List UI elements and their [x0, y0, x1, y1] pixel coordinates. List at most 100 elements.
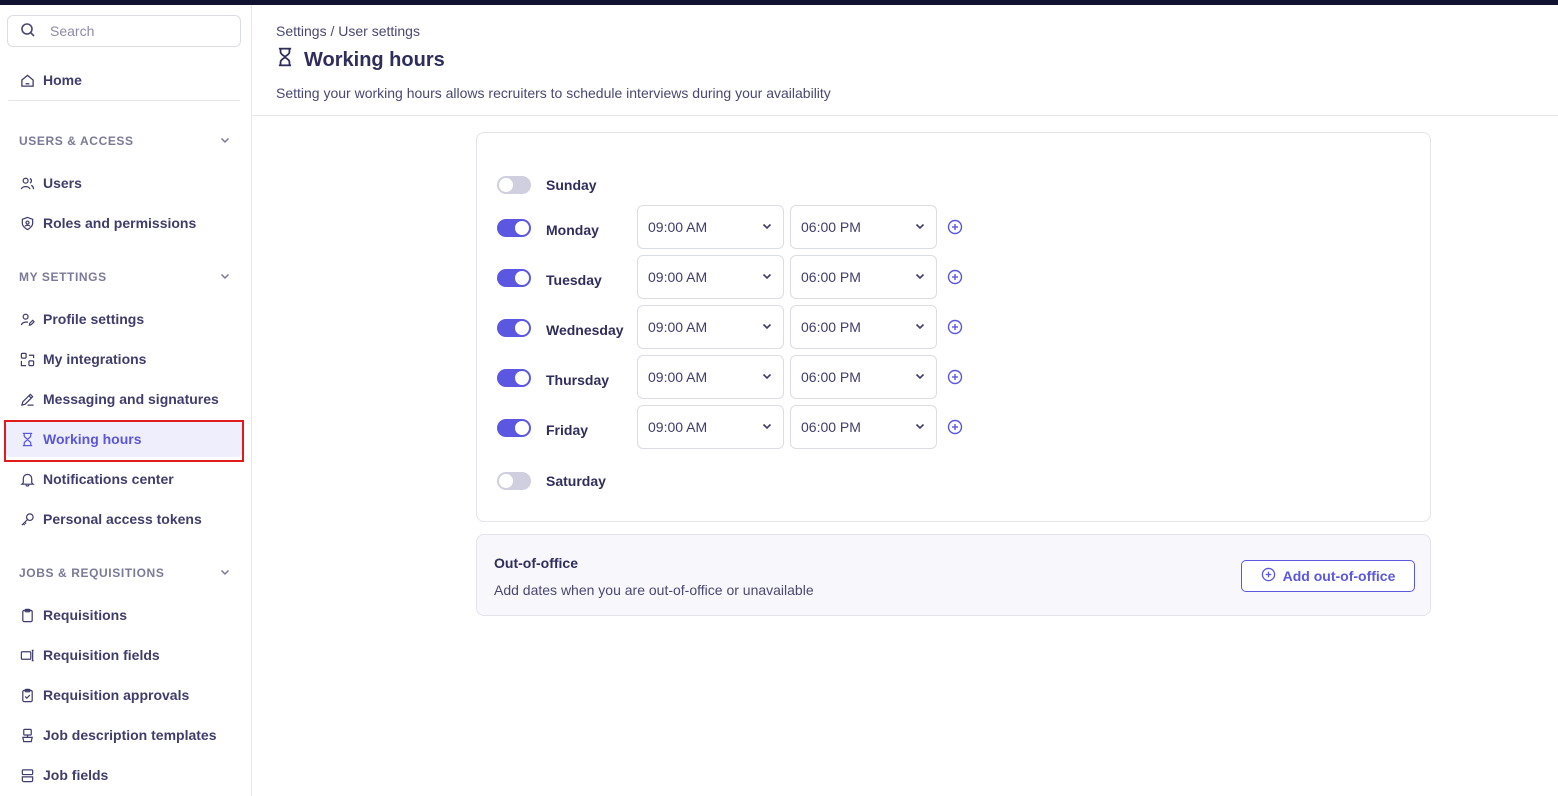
- search-box[interactable]: [7, 15, 241, 47]
- sidebar-item-requisitions[interactable]: Requisitions: [6, 597, 242, 633]
- day-toggle[interactable]: [497, 369, 531, 387]
- sidebar-item-home[interactable]: Home: [6, 62, 242, 98]
- sidebar-item-my-integrations[interactable]: My integrations: [6, 341, 242, 377]
- chevron-down-icon: [219, 270, 231, 285]
- sidebar-item-label: Notifications center: [43, 471, 174, 487]
- sidebar-item-label: My integrations: [43, 351, 147, 367]
- sidebar-item-requisition-fields[interactable]: Requisition fields: [6, 637, 242, 673]
- day-row-friday: Friday: [497, 406, 588, 450]
- day-row-saturday: Saturday: [497, 459, 606, 503]
- start-time-select[interactable]: 09:00 AM: [637, 255, 784, 299]
- sidebar-item-messaging-and-signatures[interactable]: Messaging and signatures: [6, 381, 242, 417]
- add-time-slot-icon[interactable]: [947, 219, 963, 235]
- sidebar-item-label: Home: [43, 72, 82, 88]
- day-toggle[interactable]: [497, 219, 531, 237]
- chevron-down-icon: [914, 219, 926, 235]
- day-label: Friday: [546, 422, 589, 438]
- sidebar-item-users[interactable]: Users: [6, 165, 242, 201]
- sidebar-item-label: Profile settings: [43, 311, 145, 327]
- page-title: Working hours: [276, 47, 445, 73]
- chevron-down-icon: [761, 319, 773, 335]
- select-value: 09:00 AM: [648, 419, 708, 435]
- end-time-select[interactable]: 06:00 PM: [790, 355, 937, 399]
- end-time-select[interactable]: 06:00 PM: [790, 255, 937, 299]
- bell-icon: [19, 471, 35, 487]
- users-icon: [19, 175, 35, 191]
- header-divider: [252, 115, 1558, 116]
- end-time-select[interactable]: 06:00 PM: [790, 205, 937, 249]
- sidebar-item-notifications-center[interactable]: Notifications center: [6, 461, 242, 497]
- add-time-slot-icon[interactable]: [947, 369, 963, 385]
- day-label: Thursday: [546, 372, 610, 388]
- add-time-slot-icon[interactable]: [947, 419, 963, 435]
- chevron-down-icon: [219, 134, 231, 149]
- section-jobs-requisitions[interactable]: JOBS & REQUISITIONS: [19, 563, 231, 583]
- start-time-select[interactable]: 09:00 AM: [637, 205, 784, 249]
- sidebar-item-profile-settings[interactable]: Profile settings: [6, 301, 242, 337]
- sidebar-item-job-fields[interactable]: Job fields: [6, 757, 242, 793]
- sidebar-item-label: Messaging and signatures: [43, 391, 219, 407]
- add-time-slot-icon[interactable]: [947, 269, 963, 285]
- sidebar-item-roles-and-permissions[interactable]: Roles and permissions: [6, 205, 242, 241]
- day-toggle[interactable]: [497, 176, 531, 194]
- page-title-text: Working hours: [304, 48, 445, 71]
- sidebar-item-label: Requisition approvals: [43, 687, 190, 703]
- home-icon: [19, 72, 35, 88]
- sidebar-item-job-description-templates[interactable]: Job description templates: [6, 717, 242, 753]
- select-value: 06:00 PM: [801, 219, 861, 235]
- day-label: Sunday: [546, 177, 597, 193]
- start-time-select[interactable]: 09:00 AM: [637, 405, 784, 449]
- end-time-select[interactable]: 06:00 PM: [790, 405, 937, 449]
- section-users-access[interactable]: USERS & ACCESS: [19, 131, 231, 151]
- select-value: 06:00 PM: [801, 369, 861, 385]
- day-row-thursday: Thursday: [497, 356, 609, 400]
- job-fields-icon: [19, 767, 35, 783]
- main-content: Settings / User settings Working hours S…: [252, 5, 1558, 796]
- day-label: Monday: [546, 222, 599, 238]
- chevron-down-icon: [219, 566, 231, 581]
- start-time-select[interactable]: 09:00 AM: [637, 305, 784, 349]
- chevron-down-icon: [914, 369, 926, 385]
- template-icon: [19, 727, 35, 743]
- sidebar-item-label: Working hours: [43, 431, 142, 447]
- sidebar-divider: [8, 100, 240, 101]
- day-toggle[interactable]: [497, 269, 531, 287]
- end-time-select[interactable]: 06:00 PM: [790, 305, 937, 349]
- section-title: JOBS & REQUISITIONS: [19, 566, 165, 580]
- section-my-settings[interactable]: MY SETTINGS: [19, 267, 231, 287]
- day-row-monday: Monday: [497, 206, 599, 250]
- chevron-down-icon: [761, 369, 773, 385]
- sidebar-item-label: Requisition fields: [43, 647, 160, 663]
- working-hours-card: Sunday Monday 09:00 AM 06:00 PM Tuesday …: [476, 132, 1431, 522]
- clipboard-icon: [19, 607, 35, 623]
- sidebar-item-label: Requisitions: [43, 607, 128, 623]
- start-time-select[interactable]: 09:00 AM: [637, 355, 784, 399]
- chevron-down-icon: [914, 319, 926, 335]
- sidebar-item-working-hours[interactable]: Working hours: [4, 420, 244, 462]
- chevron-down-icon: [914, 419, 926, 435]
- search-input[interactable]: [50, 23, 220, 39]
- chevron-down-icon: [914, 269, 926, 285]
- sidebar-item-label: Users: [43, 175, 82, 191]
- chevron-down-icon: [761, 419, 773, 435]
- plus-circle-icon: [1261, 567, 1283, 585]
- day-row-wednesday: Wednesday: [497, 306, 624, 350]
- day-label: Wednesday: [546, 322, 624, 338]
- select-value: 09:00 AM: [648, 369, 708, 385]
- add-time-slot-icon[interactable]: [947, 319, 963, 335]
- out-of-office-title: Out-of-office: [494, 555, 578, 571]
- add-out-of-office-button[interactable]: Add out-of-office: [1241, 560, 1415, 592]
- breadcrumb[interactable]: Settings / User settings: [276, 23, 420, 39]
- day-toggle[interactable]: [497, 472, 531, 490]
- clipboard-check-icon: [19, 687, 35, 703]
- day-toggle[interactable]: [497, 419, 531, 437]
- select-value: 09:00 AM: [648, 269, 708, 285]
- select-value: 09:00 AM: [648, 319, 708, 335]
- button-label: Add out-of-office: [1282, 568, 1396, 584]
- select-value: 06:00 PM: [801, 269, 861, 285]
- sidebar-item-personal-access-tokens[interactable]: Personal access tokens: [6, 501, 242, 537]
- sidebar-item-requisition-approvals[interactable]: Requisition approvals: [6, 677, 242, 713]
- day-row-sunday: Sunday: [497, 163, 597, 207]
- select-value: 09:00 AM: [648, 219, 708, 235]
- day-toggle[interactable]: [497, 319, 531, 337]
